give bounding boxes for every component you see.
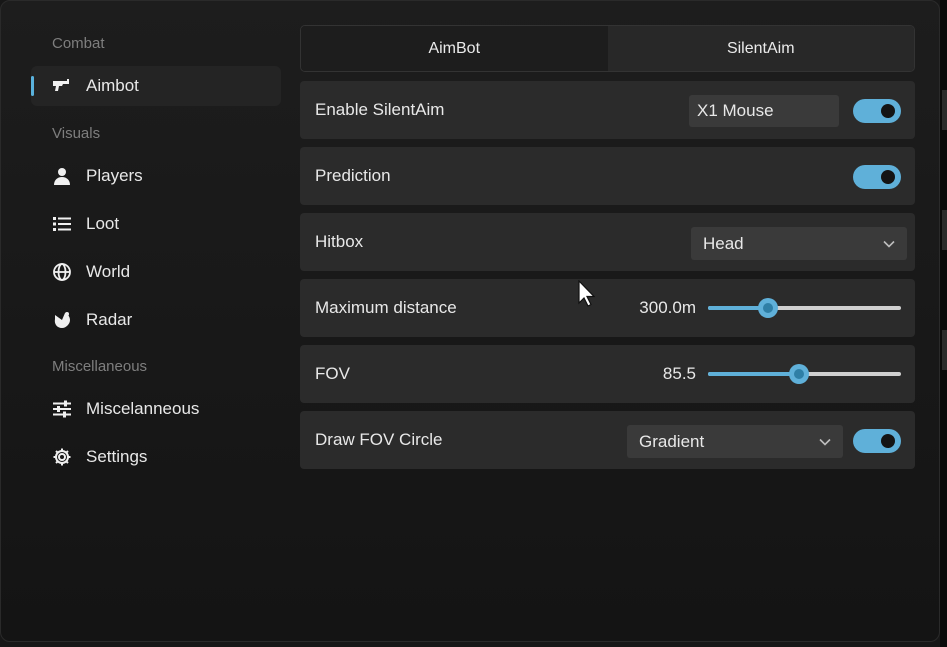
app-window: Combat Aimbot Visuals Players Loot World…: [0, 0, 940, 642]
dropdown-value: Head: [703, 233, 744, 253]
globe-icon: [52, 262, 72, 282]
toggle-knob: [881, 434, 895, 448]
tab-bar: AimBot SilentAim: [300, 25, 915, 72]
slider-thumb[interactable]: [788, 364, 809, 384]
sidebar-item-settings[interactable]: Settings: [31, 437, 281, 477]
sidebar-item-label: Radar: [86, 310, 133, 329]
sidebar-item-radar[interactable]: Radar: [31, 300, 281, 340]
section-visuals: Visuals: [52, 125, 101, 142]
sidebar-item-aimbot[interactable]: Aimbot: [31, 66, 281, 106]
person-icon: [52, 166, 72, 186]
toggle-knob: [881, 170, 895, 184]
slider-value: 300.0m: [639, 298, 696, 317]
chevron-down-icon: [819, 438, 831, 446]
slider-fill: [708, 372, 799, 376]
sidebar-item-label: Aimbot: [86, 76, 139, 95]
sidebar-item-label: Miscelanneous: [86, 399, 200, 418]
edge-mark: [942, 210, 947, 250]
sidebar-item-label: Players: [86, 166, 143, 185]
setting-label: Prediction: [315, 166, 391, 185]
setting-row-prediction: Prediction: [300, 147, 915, 205]
chevron-down-icon: [883, 240, 895, 248]
tab-aimbot[interactable]: AimBot: [301, 26, 608, 71]
slider-value: 85.5: [662, 364, 696, 383]
setting-row-max-distance: Maximum distance 300.0m: [300, 279, 915, 337]
sidebar-item-label: Loot: [86, 214, 120, 233]
setting-row-enable-silentaim: Enable SilentAim X1 Mouse: [300, 81, 915, 139]
gear-icon: [52, 447, 72, 467]
section-combat: Combat: [52, 35, 105, 52]
sidebar-item-label: Settings: [86, 447, 148, 466]
toggle-knob: [881, 104, 895, 118]
setting-row-fov: FOV 85.5: [300, 345, 915, 403]
setting-label: Maximum distance: [315, 298, 457, 317]
gun-icon: [52, 76, 72, 96]
keybind-button[interactable]: X1 Mouse: [689, 95, 839, 127]
mouse-cursor-icon: [578, 280, 596, 307]
hitbox-dropdown[interactable]: Head: [691, 227, 907, 260]
max-distance-slider[interactable]: [708, 298, 901, 318]
fov-slider[interactable]: [708, 364, 901, 384]
setting-row-hitbox: Hitbox Head: [300, 213, 915, 271]
enable-silentaim-toggle[interactable]: [853, 99, 901, 123]
sliders-icon: [52, 399, 72, 419]
edge-mark: [942, 90, 947, 130]
sidebar-item-loot[interactable]: Loot: [31, 204, 281, 244]
window-edge: [940, 0, 947, 647]
sidebar-item-players[interactable]: Players: [31, 156, 281, 196]
sidebar-item-world[interactable]: World: [31, 252, 281, 292]
edge-mark: [942, 330, 947, 370]
setting-label: Hitbox: [315, 232, 364, 251]
sidebar-item-miscelanneous[interactable]: Miscelanneous: [31, 389, 281, 429]
setting-row-draw-fov-circle: Draw FOV Circle Gradient: [300, 411, 915, 469]
fov-circle-style-dropdown[interactable]: Gradient: [627, 425, 843, 458]
list-icon: [52, 214, 72, 234]
active-indicator: [31, 76, 34, 96]
prediction-toggle[interactable]: [853, 165, 901, 189]
setting-label: FOV: [315, 364, 350, 383]
dropdown-value: Gradient: [639, 431, 705, 451]
draw-fov-circle-toggle[interactable]: [853, 429, 901, 453]
setting-label: Draw FOV Circle: [315, 430, 443, 449]
section-miscellaneous: Miscellaneous: [52, 358, 148, 375]
tab-silentaim[interactable]: SilentAim: [607, 26, 914, 71]
setting-label: Enable SilentAim: [315, 100, 445, 119]
sidebar-item-label: World: [86, 262, 131, 281]
radar-icon: [52, 310, 72, 330]
slider-thumb[interactable]: [757, 298, 778, 318]
